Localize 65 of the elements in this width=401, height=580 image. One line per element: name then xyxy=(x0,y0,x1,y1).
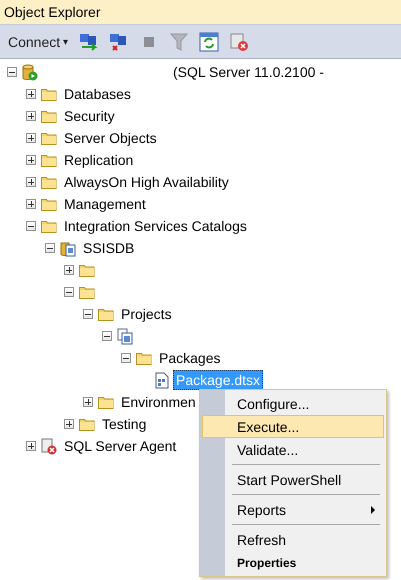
menu-item[interactable]: Reports xyxy=(202,498,384,521)
menu-item[interactable]: Properties xyxy=(202,551,384,574)
stop-icon xyxy=(144,36,154,46)
expand-button[interactable] xyxy=(26,155,36,165)
expand-button[interactable] xyxy=(26,89,36,99)
toolbar-button[interactable] xyxy=(198,30,220,52)
collapse-button[interactable] xyxy=(45,243,55,253)
collapse-button[interactable] xyxy=(7,67,17,77)
folder-icon xyxy=(79,286,95,298)
folder-icon xyxy=(41,176,57,188)
menu-item[interactable]: Start PowerShell xyxy=(202,468,384,491)
collapse-button[interactable] xyxy=(83,309,93,319)
menu-item[interactable]: Configure... xyxy=(202,392,384,415)
tree-item[interactable]: Environmen xyxy=(118,392,199,412)
collapse-button[interactable] xyxy=(102,331,112,341)
expand-button[interactable] xyxy=(83,397,93,407)
expand-button[interactable] xyxy=(26,111,36,121)
folder-icon xyxy=(98,396,114,408)
folder-icon xyxy=(136,352,152,364)
tree-item[interactable]: Security xyxy=(61,106,118,126)
package-file-icon xyxy=(155,372,169,388)
folder-icon xyxy=(41,220,57,232)
tree-item[interactable]: Projects xyxy=(118,304,175,324)
tree-item[interactable]: Integration Services Catalogs xyxy=(61,216,250,236)
expand-button[interactable] xyxy=(26,177,36,187)
folder-icon xyxy=(41,110,57,122)
expand-button[interactable] xyxy=(64,265,74,275)
tree-item[interactable]: Server Objects xyxy=(61,128,160,148)
project-icon xyxy=(117,328,133,344)
expand-button[interactable] xyxy=(64,419,74,429)
folder-icon xyxy=(79,418,95,430)
catalog-icon xyxy=(60,240,76,256)
tree-item[interactable]: SQL Server Agent xyxy=(61,436,180,456)
expand-button[interactable] xyxy=(26,133,36,143)
folder-icon xyxy=(79,264,95,276)
tree-item[interactable]: (SQL Server 11.0.2100 - xyxy=(170,62,327,82)
collapse-button[interactable] xyxy=(121,353,131,363)
filter-icon xyxy=(170,32,188,50)
tree-item[interactable]: Testing xyxy=(99,414,150,434)
folder-icon xyxy=(41,88,57,100)
toolbar-button[interactable] xyxy=(228,30,250,52)
tree-item[interactable]: Replication xyxy=(61,150,136,170)
folder-icon xyxy=(98,308,114,320)
tree-item[interactable]: Databases xyxy=(61,84,134,104)
folder-icon xyxy=(41,154,57,166)
refresh-icon xyxy=(199,32,220,52)
collapse-button[interactable] xyxy=(26,221,36,231)
folder-icon xyxy=(41,198,57,210)
expand-button[interactable] xyxy=(26,199,36,209)
tree-item[interactable]: Packages xyxy=(156,348,224,368)
menu-item[interactable]: Refresh xyxy=(202,528,384,551)
menu-item[interactable]: Validate... xyxy=(202,438,384,461)
panel-title: Object Explorer xyxy=(4,4,100,20)
collapse-button[interactable] xyxy=(64,287,74,297)
database-server-icon xyxy=(22,64,38,80)
menu-item[interactable]: Execute... xyxy=(202,415,384,438)
tree-item[interactable]: SSISDB xyxy=(80,238,138,258)
agent-stopped-icon xyxy=(41,438,57,454)
tree-item[interactable]: Management xyxy=(61,194,149,214)
connect-server-icon xyxy=(79,32,100,50)
scroll-delete-icon xyxy=(229,32,250,52)
expand-button[interactable] xyxy=(26,441,36,451)
folder-icon xyxy=(41,132,57,144)
tree-item[interactable]: AlwaysOn High Availability xyxy=(61,172,232,192)
connect-button[interactable]: Connect ▾ xyxy=(6,32,70,52)
